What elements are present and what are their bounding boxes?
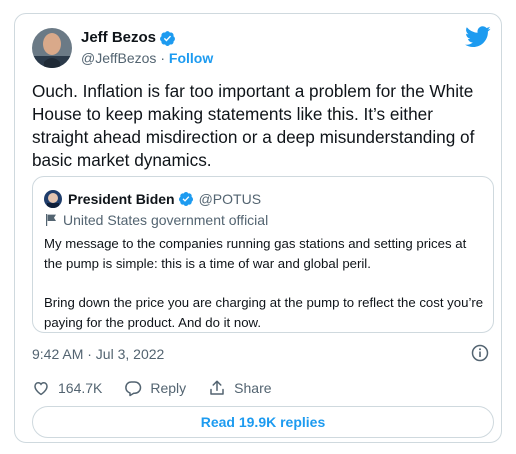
heart-icon (34, 381, 48, 396)
share-label: Share (234, 380, 272, 396)
quoted-paragraph-1: My message to the companies running gas … (44, 236, 467, 271)
like-button[interactable]: 164.7K (32, 379, 102, 397)
twitter-bird-icon[interactable] (465, 26, 491, 48)
action-bar: 164.7K Reply Share (32, 379, 294, 397)
author-handle-row: @JeffBezos · Follow (81, 49, 213, 67)
quoted-tweet[interactable]: President Biden @POTUS United States gov… (32, 176, 494, 333)
reply-label: Reply (150, 380, 187, 396)
share-icon (210, 380, 224, 395)
follow-button[interactable]: Follow (169, 50, 213, 66)
author-name-text[interactable]: Jeff Bezos (81, 29, 156, 47)
like-count: 164.7K (58, 380, 103, 396)
read-replies-button[interactable]: Read 19.9K replies (32, 406, 494, 438)
quoted-author-avatar[interactable] (44, 190, 62, 208)
quoted-author-row: President Biden @POTUS (68, 190, 261, 208)
author-handle[interactable]: @JeffBezos (81, 50, 156, 66)
info-icon[interactable] (471, 344, 489, 362)
tweet-timestamp[interactable]: 9:42 AM · Jul 3, 2022 (32, 345, 164, 363)
government-label-text: United States government official (63, 212, 269, 228)
share-button[interactable]: Share (208, 379, 272, 397)
quoted-paragraph-2: Bring down the price you are charging at… (44, 295, 484, 330)
quoted-author-name[interactable]: President Biden (68, 190, 175, 208)
author-avatar[interactable] (32, 28, 72, 68)
author-name[interactable]: Jeff Bezos (81, 29, 176, 47)
tweet-text: Ouch. Inflation is far too important a p… (32, 81, 475, 170)
quoted-author-handle[interactable]: @POTUS (199, 190, 261, 208)
quoted-tweet-text: My message to the companies running gas … (44, 234, 484, 332)
verified-badge-icon (178, 192, 193, 206)
separator-dot: · (160, 50, 165, 66)
flag-icon (46, 214, 56, 226)
verified-badge-icon (160, 30, 175, 46)
government-label: United States government official (44, 211, 268, 229)
tweet-card: Jeff Bezos @JeffBezos · Follow Ouch. Inf… (14, 13, 502, 443)
reply-icon (125, 381, 142, 397)
reply-button[interactable]: Reply (124, 379, 186, 397)
